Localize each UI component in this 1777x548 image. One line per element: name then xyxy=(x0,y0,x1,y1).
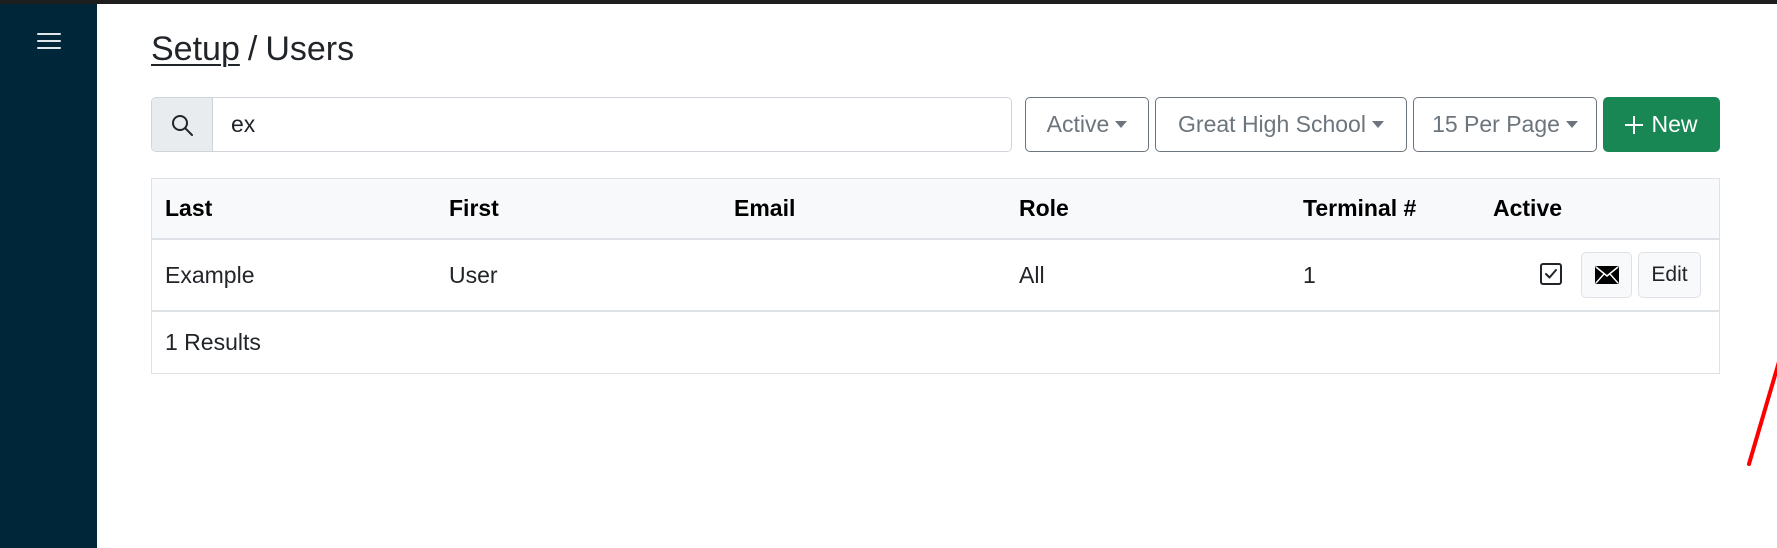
annotation-arrow-icon xyxy=(1747,361,1777,466)
breadcrumb-separator: / xyxy=(247,30,258,68)
search-icon xyxy=(152,98,213,151)
plus-icon xyxy=(1625,115,1644,134)
menu-icon[interactable] xyxy=(37,31,61,51)
caret-down-icon xyxy=(1371,121,1384,128)
breadcrumb-setup-link[interactable]: Setup xyxy=(151,30,240,68)
column-header-last[interactable]: Last xyxy=(165,179,212,238)
page-title: Users xyxy=(265,30,355,68)
search-group xyxy=(151,97,1012,152)
results-count: 1 Results xyxy=(165,329,261,355)
status-filter-dropdown[interactable]: Active xyxy=(1025,97,1149,152)
table-footer: 1 Results xyxy=(152,312,1719,373)
table-row: Example User All 1 Edit xyxy=(152,240,1719,312)
app-window: Setup/Users Active Great High School 15 … xyxy=(0,4,1777,548)
sidebar xyxy=(0,4,97,548)
active-checkbox[interactable] xyxy=(1540,263,1562,285)
email-user-button[interactable] xyxy=(1581,252,1632,298)
column-header-first[interactable]: First xyxy=(449,179,499,238)
envelope-icon xyxy=(1594,266,1619,284)
new-user-button[interactable]: New xyxy=(1603,97,1720,152)
column-header-role[interactable]: Role xyxy=(1019,179,1069,238)
column-header-active[interactable]: Active xyxy=(1493,179,1562,238)
edit-button[interactable]: Edit xyxy=(1638,252,1701,298)
column-header-terminal[interactable]: Terminal # xyxy=(1303,179,1416,238)
status-filter-label: Active xyxy=(1046,111,1110,137)
table-header: Last First Email Role Terminal # Active xyxy=(152,179,1719,240)
cell-role: All xyxy=(1019,262,1045,288)
checkmark-icon xyxy=(1545,269,1557,279)
caret-down-icon xyxy=(1115,121,1128,128)
cell-last: Example xyxy=(165,262,255,288)
cell-first: User xyxy=(449,262,498,288)
breadcrumb: Setup / Users xyxy=(151,30,354,69)
per-page-dropdown[interactable]: 15 Per Page xyxy=(1413,97,1597,152)
per-page-label: 15 Per Page xyxy=(1432,111,1560,137)
column-header-email[interactable]: Email xyxy=(734,179,795,238)
school-filter-dropdown[interactable]: Great High School xyxy=(1155,97,1407,152)
users-table: Last First Email Role Terminal # Active … xyxy=(151,178,1720,374)
cell-terminal: 1 xyxy=(1303,262,1316,288)
caret-down-icon xyxy=(1565,121,1578,128)
school-filter-label: Great High School xyxy=(1178,111,1366,137)
search-input[interactable] xyxy=(213,98,1011,151)
new-button-label: New xyxy=(1651,111,1698,137)
